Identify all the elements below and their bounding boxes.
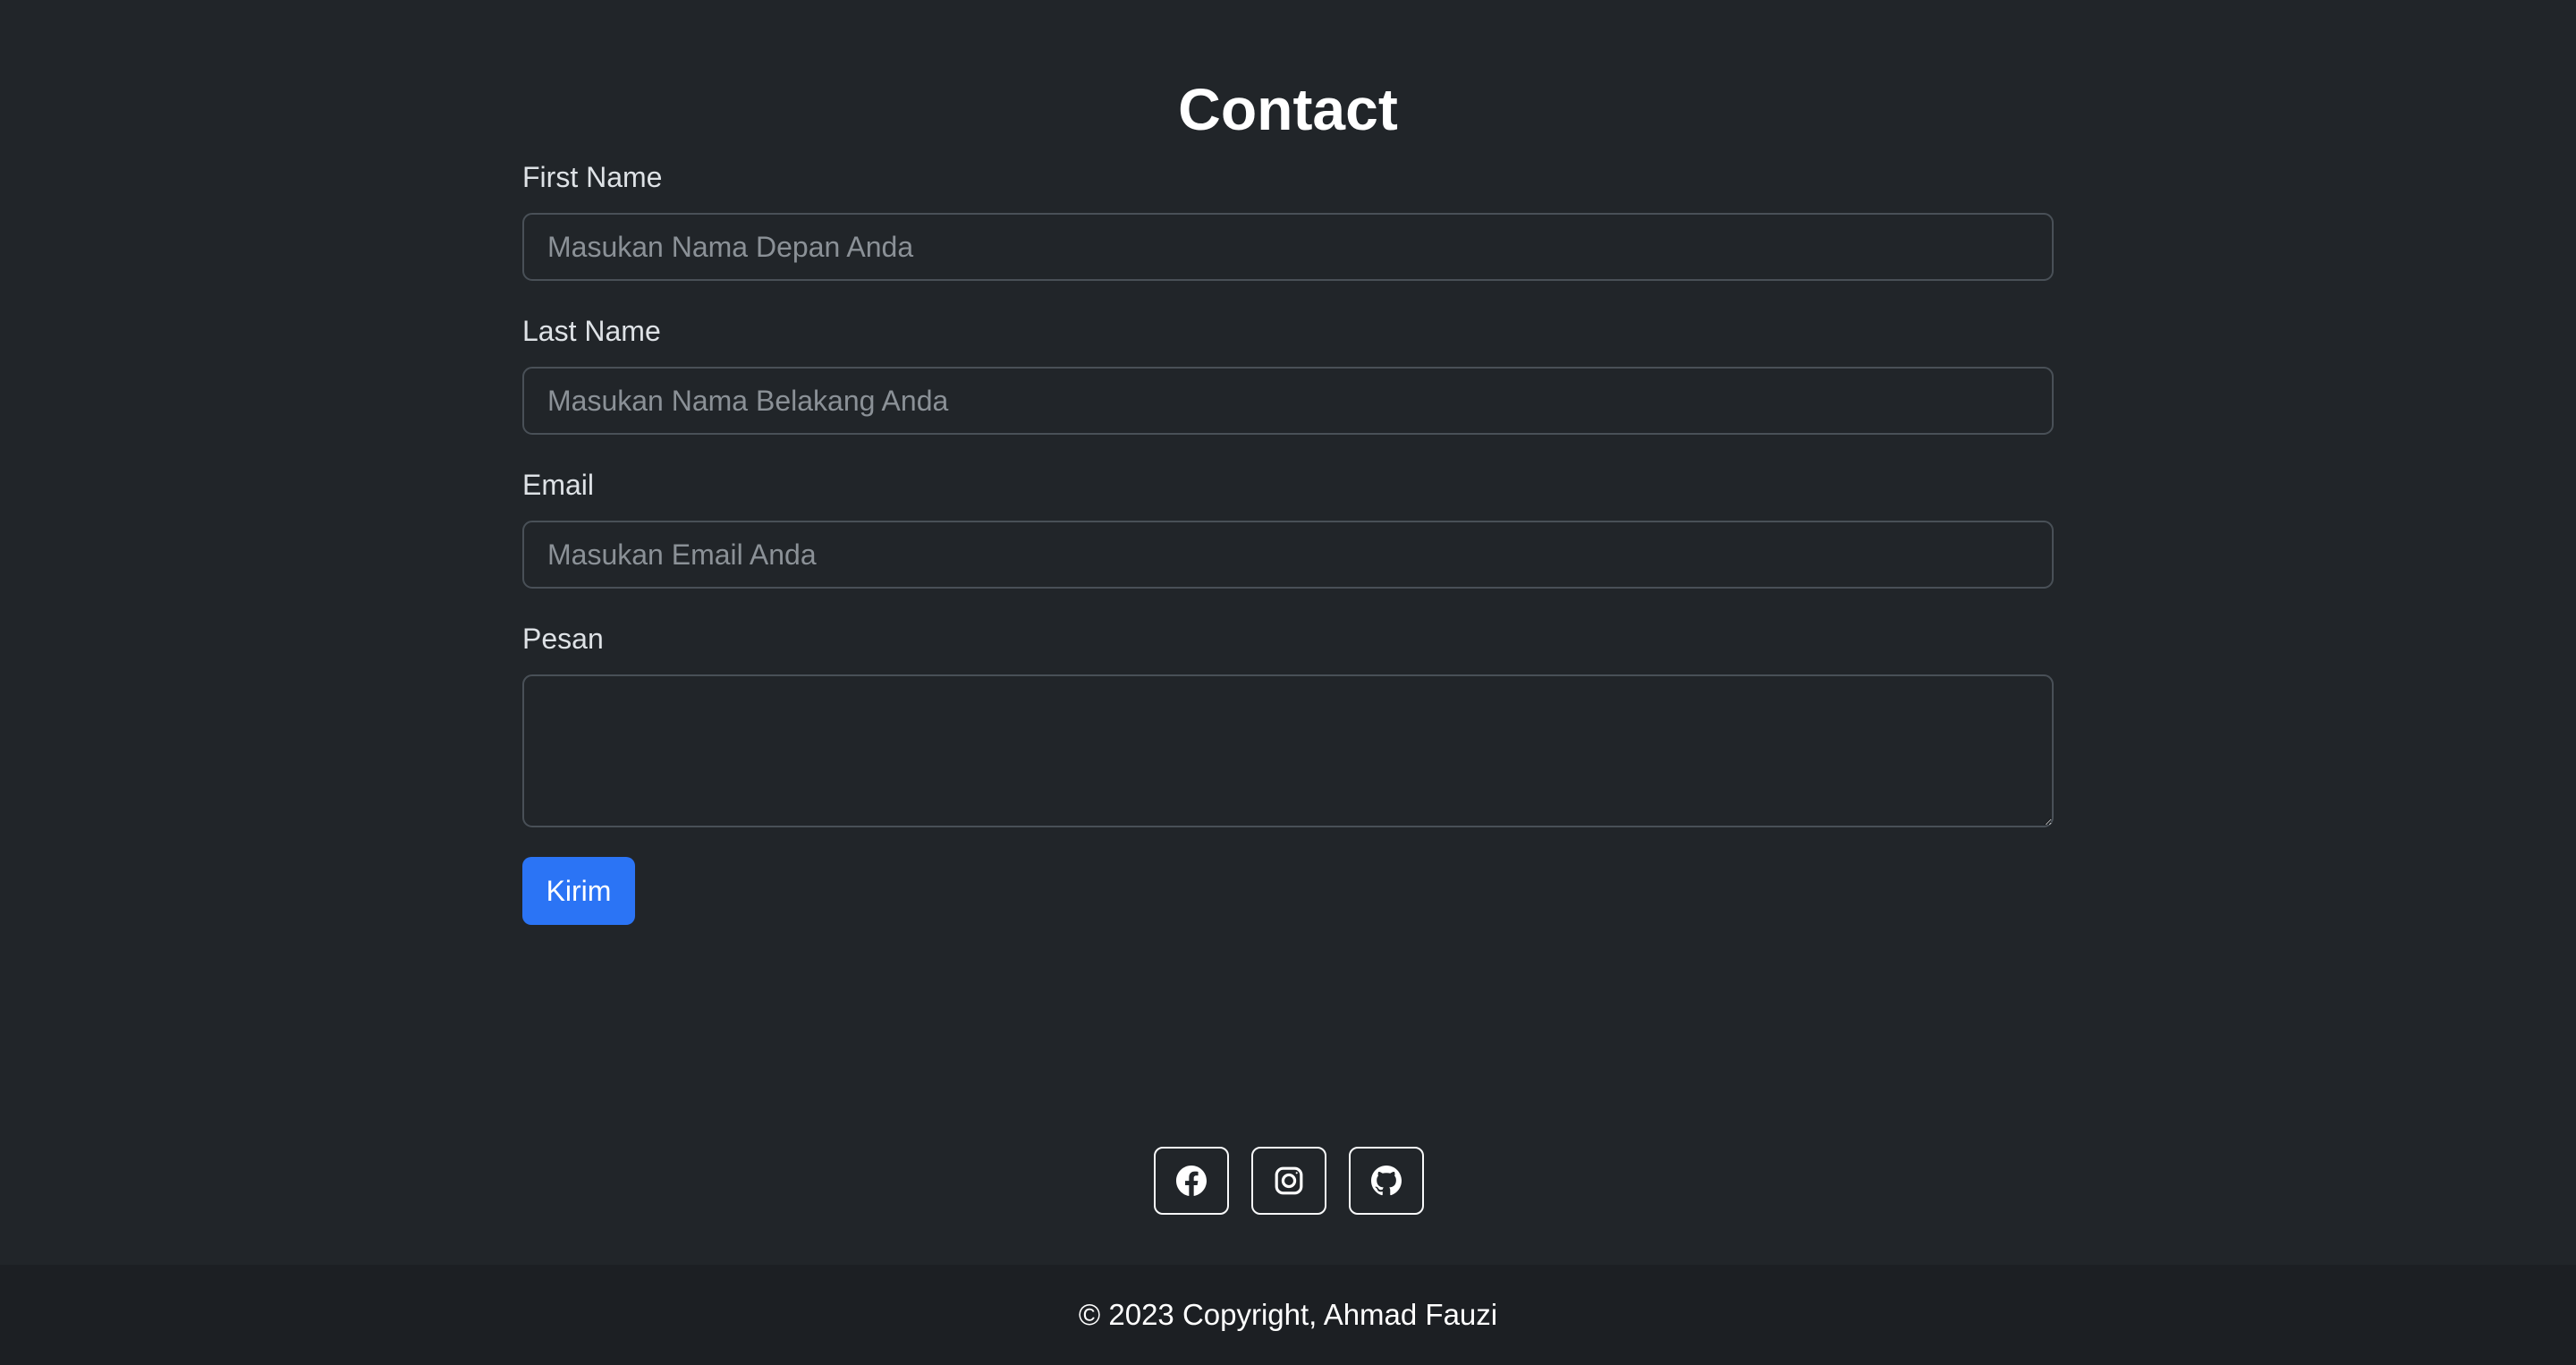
email-label: Email <box>522 469 595 501</box>
message-label: Pesan <box>522 623 604 655</box>
submit-button[interactable]: Kirim <box>522 857 635 925</box>
footer: © 2023 Copyright, Ahmad Fauzi <box>0 1265 2576 1365</box>
copyright-text: © 2023 Copyright, Ahmad Fauzi <box>1078 1298 1498 1331</box>
facebook-icon <box>1176 1166 1207 1196</box>
first-name-label: First Name <box>522 161 663 193</box>
github-link[interactable] <box>1349 1147 1424 1215</box>
message-textarea[interactable] <box>522 674 2054 827</box>
facebook-link[interactable] <box>1154 1147 1229 1215</box>
page-title: Contact <box>1178 76 1398 142</box>
last-name-input[interactable] <box>522 367 2054 435</box>
social-links <box>1154 1147 1424 1215</box>
email-input[interactable] <box>522 521 2054 589</box>
first-name-input[interactable] <box>522 213 2054 281</box>
instagram-link[interactable] <box>1251 1147 1326 1215</box>
github-icon <box>1371 1166 1402 1196</box>
instagram-icon <box>1274 1166 1304 1196</box>
last-name-label: Last Name <box>522 315 661 347</box>
